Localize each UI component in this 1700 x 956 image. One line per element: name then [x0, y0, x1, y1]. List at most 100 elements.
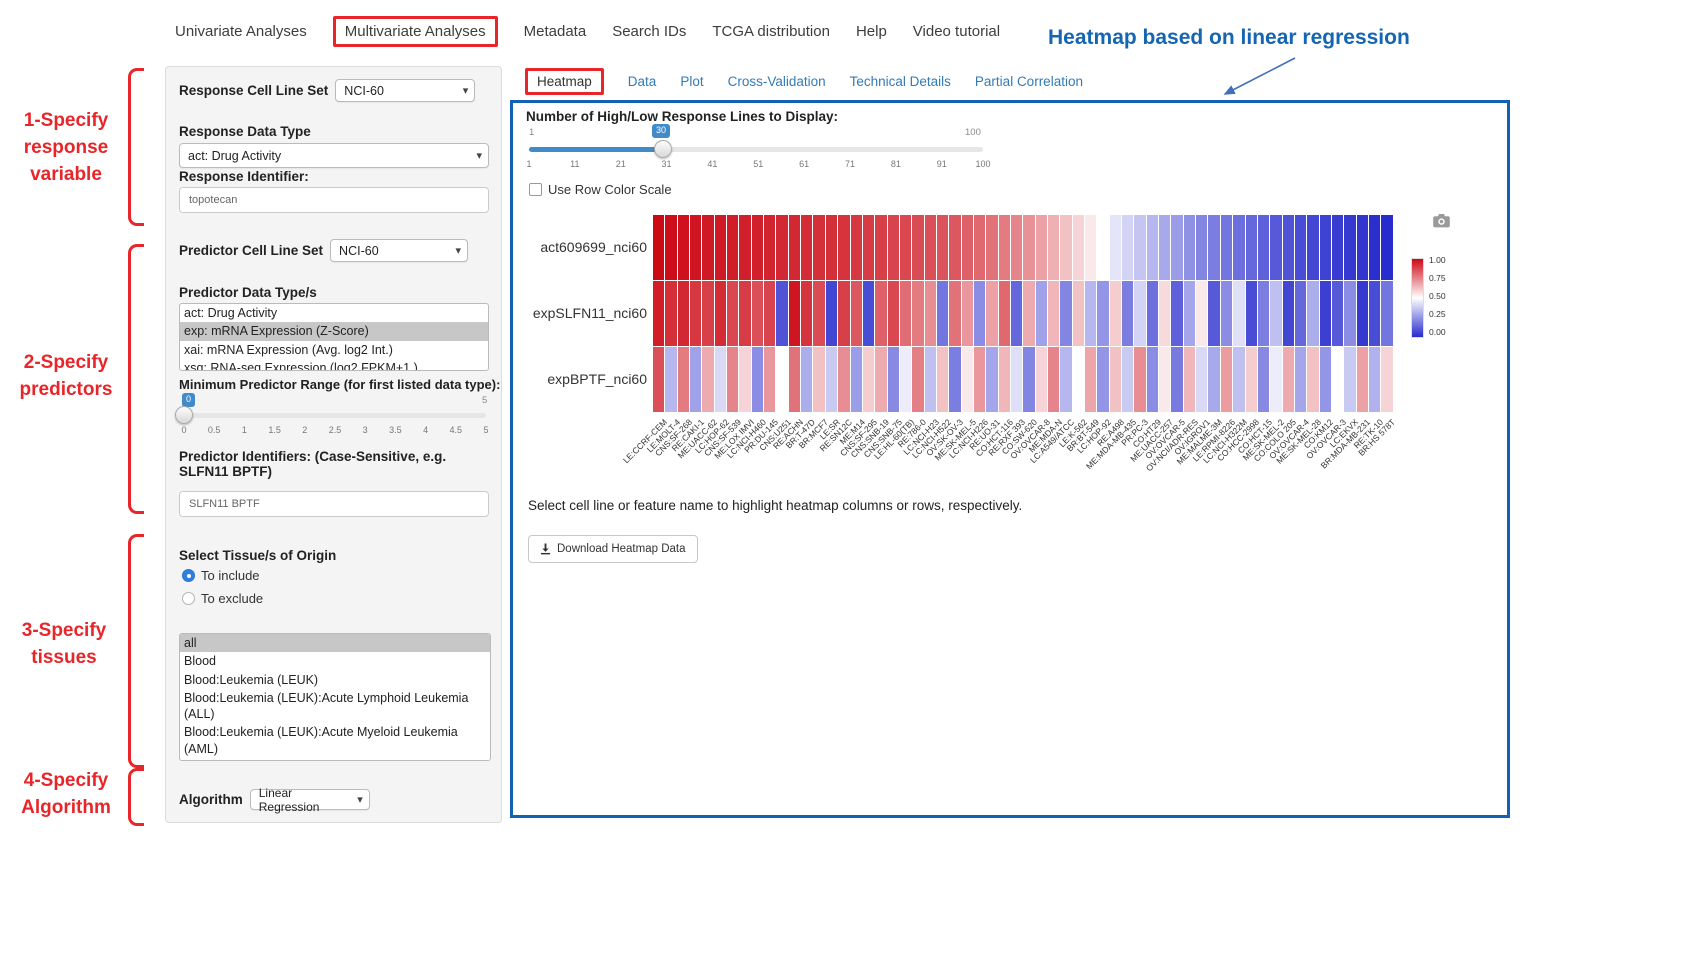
heatmap-cell [1036, 347, 1047, 412]
algorithm-select[interactable]: Linear Regression ▾ [250, 789, 370, 810]
colorbar-label: 0.25 [1429, 309, 1446, 319]
tissue-option-blood-leukemia-leuk[interactable]: Blood:Leukemia (LEUK) [180, 671, 490, 689]
heatmap-cell [1196, 215, 1207, 280]
tab-cross-validation[interactable]: Cross-Validation [728, 68, 826, 95]
row-color-scale-checkbox[interactable] [529, 183, 542, 196]
nav-item-multivariate-analyses[interactable]: Multivariate Analyses [333, 16, 498, 47]
heatmap-cell [1381, 281, 1392, 346]
heatmap-cell [1085, 215, 1096, 280]
tissue-exclude-radio[interactable] [182, 592, 195, 605]
colorbar-label: 1.00 [1429, 255, 1446, 265]
min-predictor-range-label: Minimum Predictor Range (for first liste… [179, 377, 500, 392]
tab-heatmap[interactable]: Heatmap [525, 68, 604, 95]
download-heatmap-label: Download Heatmap Data [557, 543, 686, 555]
lines-slider-track[interactable] [529, 147, 983, 152]
heatmap-cell [813, 347, 824, 412]
lines-slider-handle[interactable] [654, 140, 672, 158]
min-predictor-range-track[interactable] [184, 413, 486, 418]
response-data-type-select[interactable]: act: Drug Activity ▾ [179, 143, 489, 168]
heatmap-cell [801, 347, 812, 412]
predictor-cell-line-set-label: Predictor Cell Line Set [179, 243, 323, 258]
tissue-option-blood-leukemia-leuk-acute-lymphoid-leukemia-all[interactable]: Blood:Leukemia (LEUK):Acute Lymphoid Leu… [180, 689, 490, 724]
tab-partial-correlation[interactable]: Partial Correlation [975, 68, 1083, 95]
nav-item-help[interactable]: Help [856, 16, 887, 47]
heatmap-cell [702, 215, 713, 280]
heatmap-cell [912, 347, 923, 412]
annotation-bracket-4 [128, 768, 144, 826]
heatmap-cell [1196, 281, 1207, 346]
predictor-data-type-option-exp-mrna-expression-z-score[interactable]: exp: mRNA Expression (Z-Score) [180, 322, 488, 340]
heatmap-cell [1097, 347, 1108, 412]
heatmap-cell [1171, 347, 1182, 412]
camera-icon[interactable] [1433, 213, 1450, 228]
nav-item-video-tutorial[interactable]: Video tutorial [913, 16, 1000, 47]
tissue-include-radio[interactable] [182, 569, 195, 582]
tab-technical-details[interactable]: Technical Details [850, 68, 951, 95]
annotation-heading: Heatmap based on linear regression [1048, 26, 1410, 50]
nav-item-search-ids[interactable]: Search IDs [612, 16, 686, 47]
tab-plot[interactable]: Plot [680, 68, 703, 95]
heatmap-row-2 [653, 347, 1393, 412]
response-identifier-label: Response Identifier: [179, 169, 309, 184]
heatmap-cell [1332, 215, 1343, 280]
heatmap-cell [937, 347, 948, 412]
heatmap-cell [875, 215, 886, 280]
tissue-option-blood[interactable]: Blood [180, 652, 490, 670]
response-identifier-input[interactable] [179, 187, 489, 213]
slider-tick: 2 [302, 425, 307, 435]
predictor-identifiers-input[interactable] [179, 491, 489, 517]
heatmap-cell [801, 215, 812, 280]
tissue-include-label[interactable]: To include [201, 568, 260, 583]
predictor-data-type-option-act-drug-activity[interactable]: act: Drug Activity [180, 304, 488, 322]
heatmap-cell [813, 215, 824, 280]
heatmap-cell [986, 347, 997, 412]
predictor-cell-line-set-select[interactable]: NCI-60 ▾ [330, 239, 468, 262]
heatmap-panel: Number of High/Low Response Lines to Dis… [510, 100, 1510, 818]
heatmap-cell [1295, 281, 1306, 346]
heatmap-row-label-act[interactable]: act609699_nci60 [521, 239, 647, 255]
nav-item-univariate-analyses[interactable]: Univariate Analyses [175, 16, 307, 47]
response-cell-line-set-select[interactable]: NCI-60 ▾ [335, 79, 475, 102]
slider-tick: 0.5 [208, 425, 221, 435]
predictor-data-type-option-xai-mrna-expression-avg-log2-int[interactable]: xai: mRNA Expression (Avg. log2 Int.) [180, 341, 488, 359]
colorbar-label: 0.50 [1429, 291, 1446, 301]
heatmap-cell [813, 281, 824, 346]
heatmap-cell [900, 281, 911, 346]
heatmap-cell [1270, 281, 1281, 346]
heatmap-cell [863, 281, 874, 346]
heatmap-cell [653, 281, 664, 346]
tab-data[interactable]: Data [628, 68, 657, 95]
heatmap-cell [739, 347, 750, 412]
heatmap-cell [900, 347, 911, 412]
tissue-exclude-label[interactable]: To exclude [201, 591, 263, 606]
colorbar [1411, 258, 1424, 338]
heatmap-cell [1159, 215, 1170, 280]
heatmap-row-label-bptf[interactable]: expBPTF_nci60 [521, 371, 647, 387]
slider-tick: 1.5 [268, 425, 281, 435]
heatmap-cell [764, 347, 775, 412]
nav-item-metadata[interactable]: Metadata [524, 16, 587, 47]
app-root: Univariate Analyses Multivariate Analyses… [0, 0, 1700, 956]
heatmap-cell [1221, 215, 1232, 280]
heatmap-cell [1357, 215, 1368, 280]
nav-item-tcga-distribution[interactable]: TCGA distribution [712, 16, 830, 47]
chevron-down-icon: ▾ [476, 149, 482, 162]
lines-slider-value: 30 [652, 124, 670, 138]
download-heatmap-button[interactable]: Download Heatmap Data [528, 535, 698, 563]
heatmap-cell [653, 215, 664, 280]
heatmap-cell [838, 347, 849, 412]
heatmap-cell [1258, 347, 1269, 412]
tissue-option-all[interactable]: all [180, 634, 490, 652]
heatmap-cell [962, 347, 973, 412]
heatmap-cell [838, 281, 849, 346]
tissue-option-blood-leukemia-leuk-acute-myeloid-leukemia-aml[interactable]: Blood:Leukemia (LEUK):Acute Myeloid Leuk… [180, 723, 490, 758]
heatmap-cell [1320, 347, 1331, 412]
min-predictor-range-value: 0 [182, 393, 195, 407]
slider-tick: 71 [845, 159, 855, 169]
heatmap-row-label-slfn11[interactable]: expSLFN11_nci60 [521, 305, 647, 321]
tissue-option-blood-leukemia-leuk-chronic-myelogenous-leukemia-cml[interactable]: Blood:Leukemia (LEUK):Chronic Myelogenou… [180, 758, 490, 761]
min-predictor-range-handle[interactable] [175, 406, 193, 424]
predictor-data-type-option-xsq-rna-seq-expression-log2-fpkm-1[interactable]: xsq: RNA-seq Expression (log2 FPKM+1.) [180, 359, 488, 371]
heatmap-cell [1011, 281, 1022, 346]
annotation-step-2: 2-Specify predictors [6, 350, 126, 404]
